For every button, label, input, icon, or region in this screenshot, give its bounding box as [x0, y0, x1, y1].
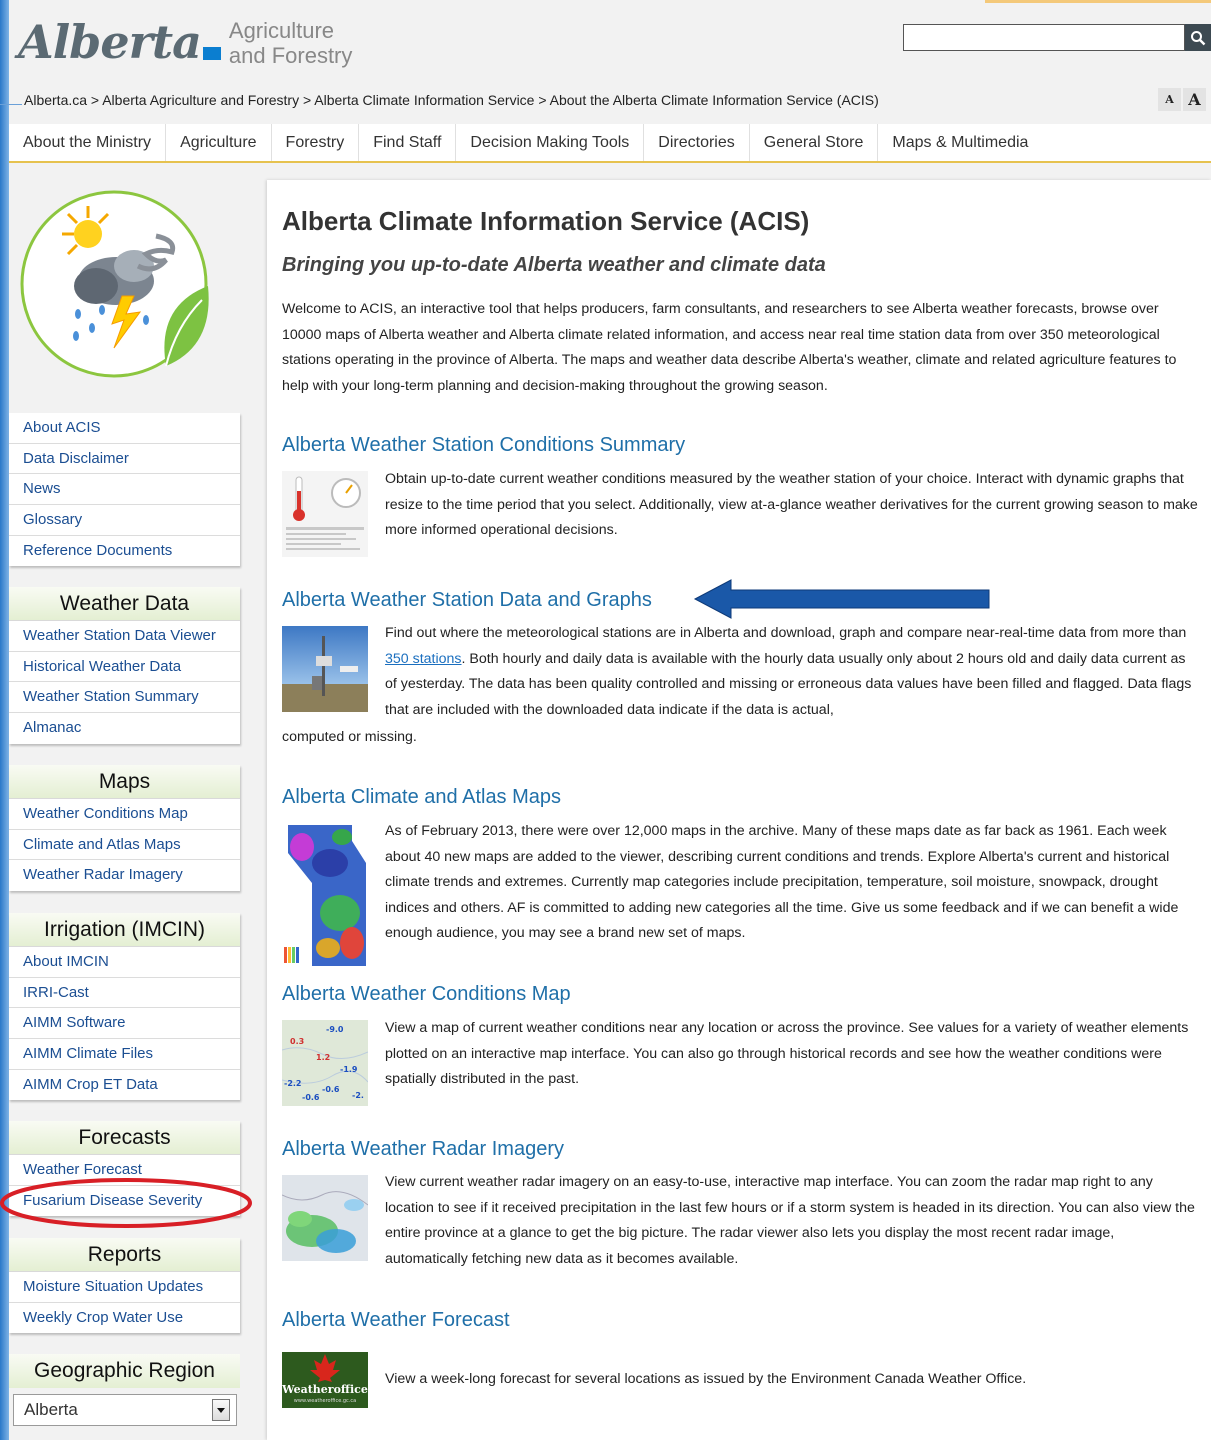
- alberta-logo[interactable]: Alberta Agriculture and Forestry: [18, 12, 352, 82]
- section-text-station-data-graphs: Find out where the meteorological statio…: [385, 621, 1200, 723]
- sidebar-heading-reports: Reports: [9, 1238, 240, 1272]
- thumb-value: -1.9: [340, 1065, 358, 1074]
- logo-ministry-line1: Agriculture: [228, 18, 335, 43]
- dropdown-button[interactable]: [212, 1399, 230, 1421]
- sidebar-item-reference-documents[interactable]: Reference Documents: [9, 535, 240, 567]
- sidebar-maps-group: Maps Weather Conditions Map Climate and …: [9, 765, 240, 892]
- section-title-weather-forecast[interactable]: Alberta Weather Forecast: [282, 1309, 510, 1332]
- section-text-climate-atlas-maps: As of February 2013, there were over 12,…: [385, 823, 1179, 941]
- sidebar-weather-data-group: Weather Data Weather Station Data Viewer…: [9, 587, 240, 744]
- sidebar-irrigation-group: Irrigation (IMCIN) About IMCIN IRRI-Cast…: [9, 913, 240, 1101]
- intro-paragraph: Welcome to ACIS, an interactive tool tha…: [282, 301, 1177, 394]
- sidebar-item-weather-station-summary[interactable]: Weather Station Summary: [9, 682, 240, 714]
- acis-weather-logo-icon: [20, 190, 209, 378]
- sidebar-heading-maps: Maps: [9, 765, 240, 799]
- section-title-climate-atlas-maps[interactable]: Alberta Climate and Atlas Maps: [282, 786, 561, 809]
- region-select-value: Alberta: [24, 1400, 78, 1419]
- sidebar-item-news[interactable]: News: [9, 474, 240, 506]
- climate-atlas-map-thumbnail[interactable]: [282, 823, 368, 968]
- logo-wordmark: Alberta: [18, 15, 202, 69]
- section-text-tail: computed or missing.: [282, 729, 417, 745]
- thumb-value: 1.2: [316, 1053, 330, 1062]
- section-text-part1: Find out where the meteorological statio…: [385, 625, 1187, 641]
- weather-conditions-map-thumbnail[interactable]: -9.0 0.3 1.2 -1.9 -2.2 -0.6 -0.6 -2.: [282, 1020, 368, 1106]
- thumb-value: -0.6: [322, 1085, 340, 1094]
- sidebar-item-glossary[interactable]: Glossary: [9, 505, 240, 536]
- sidebar-item-historical-weather-data[interactable]: Historical Weather Data: [9, 651, 240, 683]
- sidebar-item-about-acis[interactable]: About ACIS: [9, 413, 240, 444]
- sidebar-item-weather-radar-imagery[interactable]: Weather Radar Imagery: [9, 860, 240, 892]
- section-text-part2: . Both hourly and daily data is availabl…: [385, 650, 1192, 718]
- sidebar-item-aimm-climate-files[interactable]: AIMM Climate Files: [9, 1039, 240, 1070]
- search-button[interactable]: [1185, 24, 1211, 51]
- sidebar-item-moisture-situation-updates[interactable]: Moisture Situation Updates: [9, 1272, 240, 1303]
- edge-tick: [0, 104, 22, 105]
- sidebar-item-irri-cast[interactable]: IRRI-Cast: [9, 977, 240, 1009]
- logo-ministry-line2: and Forestry: [228, 43, 353, 68]
- corner-accent: [985, 0, 1211, 3]
- weatheroffice-thumbnail[interactable]: Weatheroffice www.weatheroffice.gc.ca: [282, 1352, 368, 1408]
- breadcrumb[interactable]: Alberta.ca > Alberta Agriculture and For…: [24, 92, 879, 108]
- nav-maps-multimedia[interactable]: Maps & Multimedia: [878, 124, 1042, 161]
- nav-forestry[interactable]: Forestry: [272, 124, 360, 161]
- thumb-sublabel: www.weatheroffice.gc.ca: [294, 1398, 356, 1404]
- logo-flag-icon: [202, 47, 221, 60]
- chevron-down-icon: [217, 1407, 225, 1413]
- thumb-value: 0.3: [290, 1037, 304, 1046]
- section-text-weather-conditions-map: View a map of current weather conditions…: [385, 1020, 1189, 1087]
- search-icon: [1191, 30, 1206, 45]
- sidebar-item-aimm-crop-et-data[interactable]: AIMM Crop ET Data: [9, 1069, 240, 1101]
- region-select[interactable]: Alberta: [13, 1394, 237, 1426]
- thumb-label: Weatheroffice: [282, 1383, 368, 1396]
- stations-link[interactable]: 350 stations: [385, 651, 462, 667]
- thumb-value: -0.6: [302, 1093, 320, 1102]
- search-input[interactable]: [903, 24, 1185, 51]
- font-decrease-button[interactable]: A: [1158, 88, 1181, 111]
- nav-decision-making-tools[interactable]: Decision Making Tools: [456, 124, 645, 161]
- page-title: Alberta Climate Information Service (ACI…: [282, 206, 810, 236]
- annotation-ellipse-icon: [0, 1178, 252, 1228]
- section-text-station-conditions: Obtain up-to-date current weather condit…: [385, 471, 1198, 538]
- font-increase-button[interactable]: A: [1183, 88, 1206, 111]
- thumb-value: -9.0: [326, 1025, 344, 1034]
- section-title-station-conditions[interactable]: Alberta Weather Station Conditions Summa…: [282, 434, 685, 457]
- sidebar-about-group: About ACIS Data Disclaimer News Glossary…: [9, 413, 240, 567]
- nav-about-ministry[interactable]: About the Ministry: [9, 124, 167, 161]
- sidebar-item-almanac[interactable]: Almanac: [9, 713, 240, 744]
- sidebar-item-climate-atlas-maps[interactable]: Climate and Atlas Maps: [9, 829, 240, 861]
- sidebar-reports-group: Reports Moisture Situation Updates Weekl…: [9, 1238, 240, 1334]
- sidebar-heading-forecasts: Forecasts: [9, 1121, 240, 1155]
- logo-ministry: Agriculture and Forestry: [229, 12, 353, 68]
- nav-agriculture[interactable]: Agriculture: [166, 124, 272, 161]
- sidebar-item-about-imcin[interactable]: About IMCIN: [9, 947, 240, 978]
- station-conditions-thumbnail[interactable]: [282, 471, 368, 557]
- nav-general-store[interactable]: General Store: [750, 124, 879, 161]
- sidebar-item-data-disclaimer[interactable]: Data Disclaimer: [9, 443, 240, 475]
- thumb-value: -2.: [352, 1091, 364, 1100]
- section-title-weather-radar[interactable]: Alberta Weather Radar Imagery: [282, 1138, 564, 1161]
- sidebar-item-aimm-software[interactable]: AIMM Software: [9, 1008, 240, 1040]
- sidebar-heading-irrigation: Irrigation (IMCIN): [9, 913, 240, 947]
- nav-find-staff[interactable]: Find Staff: [359, 124, 457, 161]
- sidebar-heading-geographic-region: Geographic Region: [9, 1354, 240, 1388]
- top-navigation: About the Ministry Agriculture Forestry …: [9, 124, 1211, 163]
- sidebar-heading-weather-data: Weather Data: [9, 587, 240, 621]
- section-text-weather-radar: View current weather radar imagery on an…: [385, 1174, 1195, 1267]
- weather-station-photo-thumbnail[interactable]: [282, 626, 368, 712]
- nav-directories[interactable]: Directories: [644, 124, 750, 161]
- section-title-station-data-graphs[interactable]: Alberta Weather Station Data and Graphs: [282, 589, 652, 612]
- sidebar-item-weather-conditions-map[interactable]: Weather Conditions Map: [9, 799, 240, 830]
- page-subtitle: Bringing you up-to-date Alberta weather …: [282, 254, 826, 276]
- sidebar-region-group: Geographic Region: [9, 1354, 240, 1388]
- section-text-weather-forecast: View a week-long forecast for several lo…: [385, 1371, 1027, 1387]
- font-size-controls: A A: [1158, 88, 1206, 111]
- weather-radar-thumbnail[interactable]: [282, 1175, 368, 1261]
- thumb-value: -2.2: [284, 1079, 302, 1088]
- sidebar-item-weather-station-data-viewer[interactable]: Weather Station Data Viewer: [9, 621, 240, 652]
- sidebar-item-weekly-crop-water-use[interactable]: Weekly Crop Water Use: [9, 1302, 240, 1334]
- annotation-arrow-icon: [693, 579, 990, 619]
- section-title-weather-conditions-map[interactable]: Alberta Weather Conditions Map: [282, 983, 571, 1006]
